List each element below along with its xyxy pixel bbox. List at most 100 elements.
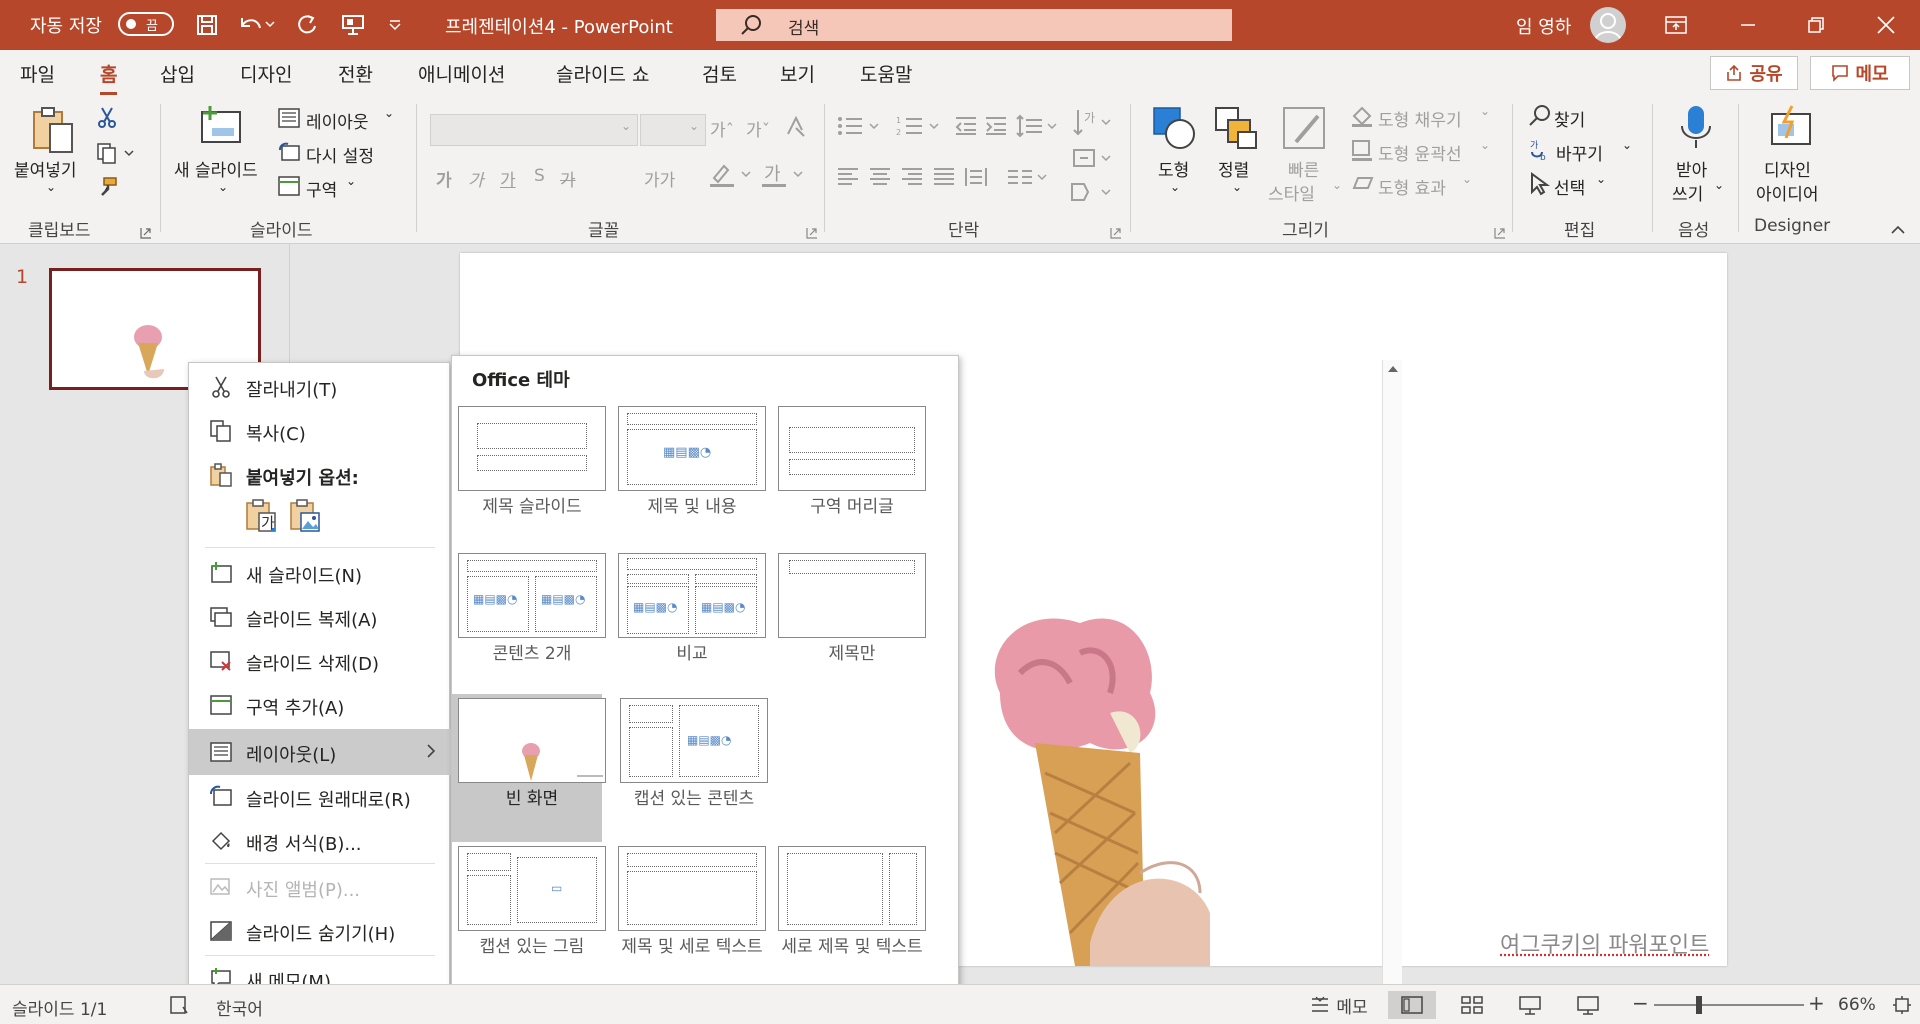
align-left-icon[interactable] <box>836 166 860 193</box>
slide-sorter-button[interactable] <box>1450 991 1494 1019</box>
tab-design[interactable]: 디자인 <box>240 60 292 87</box>
avatar[interactable] <box>1590 7 1626 43</box>
bullets-icon[interactable] <box>836 114 884 143</box>
dictate-label-1[interactable]: 받아 <box>1676 156 1707 181</box>
shapes-icon[interactable] <box>1152 106 1198 157</box>
tab-animations[interactable]: 애니메이션 <box>418 60 505 87</box>
align-right-icon[interactable] <box>900 166 924 193</box>
menu-item-layout[interactable]: 레이아웃(L) <box>189 729 451 775</box>
layout-two-content[interactable]: ▦▤▩◔ ▦▤▩◔ 콘텐츠 2개 <box>452 549 606 697</box>
zoom-out-button[interactable]: − <box>1632 991 1649 1015</box>
zoom-in-button[interactable]: + <box>1808 991 1825 1015</box>
undo-button[interactable] <box>232 10 280 40</box>
replace-icon[interactable]: 가b <box>1528 138 1552 167</box>
reset-icon[interactable] <box>278 142 300 167</box>
presentation-mode-button[interactable] <box>336 10 370 40</box>
quick-styles-chevron[interactable]: ⌄ <box>1332 178 1342 192</box>
zoom-slider[interactable] <box>1654 996 1804 1014</box>
font-name-box[interactable]: ⌄ <box>430 114 638 146</box>
arrange-chevron[interactable]: ⌄ <box>1232 180 1242 194</box>
ribbon-display-options-button[interactable] <box>1656 10 1696 40</box>
select-label[interactable]: 선택 <box>1554 174 1585 199</box>
new-slide-icon[interactable] <box>198 104 244 155</box>
notes-button[interactable]: 메모 <box>1292 991 1386 1019</box>
dictate-label-2[interactable]: 쓰기 <box>1672 180 1703 205</box>
drawing-launcher-icon[interactable] <box>1494 224 1506 244</box>
copy-icon[interactable] <box>96 142 136 169</box>
design-ideas-icon[interactable] <box>1768 104 1814 155</box>
layout-title-only[interactable]: 제목만 <box>772 549 926 697</box>
quick-styles-icon[interactable] <box>1282 106 1332 157</box>
distributed-icon[interactable] <box>964 166 988 193</box>
collapse-ribbon-icon[interactable] <box>1890 220 1906 240</box>
tab-help[interactable]: 도움말 <box>860 60 912 87</box>
clipboard-launcher-icon[interactable] <box>140 224 152 244</box>
fit-to-window-button[interactable] <box>1888 991 1916 1019</box>
layout-section-header[interactable]: 구역 머리글 <box>772 402 926 550</box>
layout-title-slide[interactable]: 제목 슬라이드 <box>452 402 606 550</box>
highlight-color-icon[interactable] <box>708 162 754 193</box>
layout-icon[interactable] <box>278 108 300 133</box>
tab-review[interactable]: 검토 <box>702 60 737 87</box>
reading-view-button[interactable] <box>1508 991 1552 1019</box>
minimize-button[interactable] <box>1728 10 1768 40</box>
layout-title-and-content[interactable]: ▦▤▩◔ 제목 및 내용 <box>612 402 766 550</box>
menu-item-cut[interactable]: 잘라내기(T) <box>189 367 451 407</box>
shape-effects-chevron[interactable]: ⌄ <box>1462 172 1472 186</box>
italic-button[interactable]: 가 <box>468 166 484 191</box>
change-case-button[interactable]: 가가 <box>644 166 675 191</box>
dictate-chevron[interactable]: ⌄ <box>1714 178 1724 192</box>
shrink-font-button[interactable]: 가ˇ <box>746 116 770 141</box>
replace-chevron[interactable]: ⌄ <box>1622 138 1632 152</box>
cut-icon[interactable] <box>96 106 118 133</box>
tab-file[interactable]: 파일 <box>20 60 55 87</box>
arrange-label[interactable]: 정렬 <box>1218 156 1249 181</box>
grow-font-button[interactable]: 가ˆ <box>710 116 734 141</box>
align-center-icon[interactable] <box>868 166 892 193</box>
find-label[interactable]: 찾기 <box>1554 106 1585 131</box>
align-text-icon[interactable] <box>1070 146 1114 175</box>
layout-content-with-caption[interactable]: ▦▤▩◔ 캡션 있는 콘텐츠 <box>614 694 768 842</box>
section-chevron[interactable]: ⌄ <box>346 174 356 188</box>
shape-fill-label[interactable]: 도형 채우기 <box>1378 106 1462 131</box>
shape-fill-icon[interactable] <box>1350 104 1374 133</box>
paste-keep-text-only-button[interactable]: 가 <box>245 499 277 533</box>
comments-button[interactable]: 메모 <box>1810 56 1910 90</box>
shape-outline-icon[interactable] <box>1350 138 1374 167</box>
reset-button-label[interactable]: 다시 설정 <box>306 142 374 167</box>
layout-comparison[interactable]: ▦▤▩◔ ▦▤▩◔ 비교 <box>612 549 766 697</box>
paste-dropdown-chevron[interactable]: ⌄ <box>46 180 56 194</box>
numbering-icon[interactable]: 12 <box>896 114 944 143</box>
layout-button-label[interactable]: 레이아웃 <box>306 108 369 133</box>
autosave-toggle[interactable]: 끔 <box>118 12 174 36</box>
restore-button[interactable] <box>1796 10 1836 40</box>
menu-item-format-background[interactable]: 배경 서식(B)... <box>189 821 451 861</box>
paste-icon[interactable] <box>30 106 74 154</box>
font-color-icon[interactable]: 가 <box>760 162 806 193</box>
user-name[interactable]: 임 영하 <box>1516 13 1571 39</box>
new-slide-chevron[interactable]: ⌄ <box>218 180 228 194</box>
new-slide-label[interactable]: 새 슬라이드 <box>174 156 258 181</box>
select-chevron[interactable]: ⌄ <box>1596 172 1606 186</box>
quick-styles-label-1[interactable]: 빠른 <box>1288 156 1319 181</box>
layout-vertical-title-and-text[interactable]: 세로 제목 및 텍스트 <box>772 842 926 990</box>
shape-outline-chevron[interactable]: ⌄ <box>1480 138 1490 152</box>
design-ideas-label-1[interactable]: 디자인 <box>1764 156 1811 181</box>
shape-effects-icon[interactable] <box>1350 172 1374 201</box>
select-icon[interactable] <box>1528 172 1552 201</box>
shape-fill-chevron[interactable]: ⌄ <box>1480 104 1490 118</box>
design-ideas-label-2[interactable]: 아이디어 <box>1756 180 1819 205</box>
increase-indent-icon[interactable] <box>984 114 1008 143</box>
section-icon[interactable] <box>278 176 300 201</box>
columns-icon[interactable] <box>1006 166 1050 193</box>
save-button[interactable] <box>190 10 224 40</box>
layout-chevron[interactable]: ⌄ <box>384 106 394 120</box>
quick-styles-label-2[interactable]: 스타일 <box>1268 180 1315 205</box>
menu-item-copy[interactable]: 복사(C) <box>189 411 451 451</box>
paste-button-label[interactable]: 붙여넣기 <box>14 156 77 181</box>
shape-outline-label[interactable]: 도형 윤곽선 <box>1378 140 1462 165</box>
tab-insert[interactable]: 삽입 <box>160 60 195 87</box>
underline-button[interactable]: 가 <box>500 166 516 191</box>
normal-view-button[interactable] <box>1388 991 1436 1019</box>
shadow-button[interactable]: S <box>534 166 545 186</box>
